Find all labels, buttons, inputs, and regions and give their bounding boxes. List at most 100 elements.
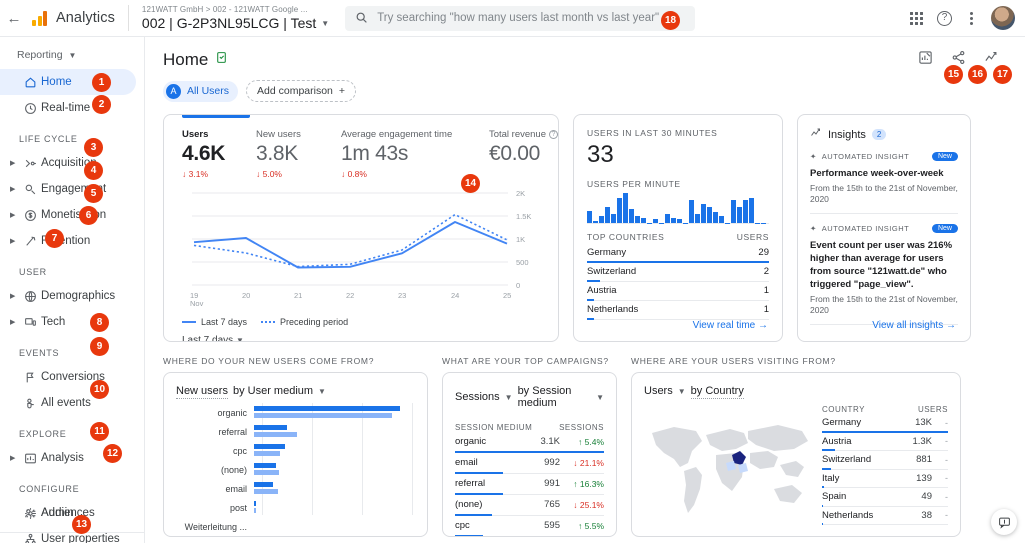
- view-real-time-link[interactable]: View real time →: [693, 320, 768, 331]
- doc-check-icon[interactable]: [215, 51, 228, 69]
- chevron-right-icon[interactable]: ▶: [10, 292, 19, 300]
- dropdown-dimension[interactable]: by Session medium: [518, 385, 592, 409]
- sidebar-item-all-events[interactable]: All events: [0, 390, 144, 416]
- table-header: COUNTRY USERS: [822, 405, 948, 414]
- sidebar-item-home[interactable]: Home: [0, 69, 136, 95]
- reporting-selector[interactable]: Reporting ▼: [0, 37, 144, 69]
- chevron-down-icon: ▼: [321, 15, 329, 32]
- acquisition-icon: [19, 157, 41, 170]
- world-map[interactable]: [644, 405, 816, 523]
- chevron-right-icon[interactable]: ▶: [10, 211, 19, 219]
- legend-item-preceding-period: Preceding period: [261, 317, 348, 327]
- row-delta: ↑ 5.4%: [560, 437, 604, 447]
- table-row[interactable]: Switzerland881-: [822, 451, 948, 470]
- col-users: USERS: [918, 405, 948, 414]
- metric-label: Average engagement time: [341, 129, 489, 140]
- dropdown-metric[interactable]: Sessions: [455, 391, 500, 403]
- add-comparison-button[interactable]: Add comparison +: [246, 80, 356, 102]
- annotation-marker-13: 13: [72, 515, 91, 534]
- row-delta: -: [932, 436, 948, 446]
- help-icon[interactable]: ?: [937, 11, 952, 26]
- table-row[interactable]: Netherlands1: [587, 301, 769, 320]
- sessions-by-medium-card: Sessions ▼ by Session medium ▼ SESSION M…: [442, 372, 617, 537]
- dropdown-dimension[interactable]: by Country: [691, 385, 744, 397]
- minute-bar: [653, 219, 658, 223]
- card-dropdowns: New users by User medium ▼: [176, 385, 415, 397]
- sidebar-item-analysis[interactable]: ▶ Analysis: [0, 445, 144, 471]
- metric-users[interactable]: Users 4.6K ↓ 3.1%: [182, 129, 256, 179]
- sidebar-item-monetisation[interactable]: ▶ Monetisation: [0, 202, 144, 228]
- sidebar-item-demographics[interactable]: ▶ Demographics: [0, 283, 144, 309]
- row-value: 49: [898, 491, 932, 502]
- medium-bar-chart[interactable]: organic referral cpc (none) email post W…: [176, 403, 415, 536]
- sidebar-item-conversions[interactable]: Conversions: [0, 364, 144, 390]
- metric-total-revenue[interactable]: Total revenue? €0.00: [489, 129, 558, 179]
- search-input[interactable]: [345, 6, 695, 31]
- legend-item-last-7-days: Last 7 days: [182, 317, 247, 327]
- table-row[interactable]: organic3.1K↑ 5.4%: [455, 432, 604, 453]
- metric-avg-engagement-time[interactable]: Average engagement time 1m 43s ↓ 0.8%: [341, 129, 489, 179]
- bar-pair: [254, 444, 415, 457]
- dropdown-metric[interactable]: Users: [644, 385, 673, 397]
- table-row[interactable]: Austria1: [587, 282, 769, 301]
- chip-all-users[interactable]: A All Users: [163, 81, 238, 102]
- bar-previous: [254, 432, 297, 437]
- demographics-icon: [19, 290, 41, 303]
- minute-bar: [737, 207, 742, 223]
- table-row[interactable]: Germany13K-: [822, 414, 948, 433]
- dropdown-dimension[interactable]: by User medium: [233, 385, 313, 397]
- back-arrow-icon[interactable]: ←: [0, 10, 28, 27]
- table-row[interactable]: (none)765↓ 25.1%: [455, 495, 604, 516]
- table-row[interactable]: Spain49-: [822, 488, 948, 507]
- customise-report-icon[interactable]: [918, 50, 933, 70]
- row-delta-value: 5.4%: [585, 437, 604, 447]
- account-name: 002 | G-2P3NL95LCG | Test ▼: [142, 15, 329, 32]
- table-row[interactable]: Italy139-: [822, 470, 948, 489]
- sidebar-item-retention[interactable]: ▶ Retention: [0, 228, 144, 254]
- sidebar-item-real-time[interactable]: Real-time: [0, 95, 144, 121]
- bottom-col-1: WHERE DO YOUR NEW USERS COME FROM? New u…: [163, 356, 428, 537]
- row-value: 992: [528, 457, 560, 468]
- sidebar-item-engagement[interactable]: ▶ Engagement: [0, 176, 144, 202]
- table-row[interactable]: Austria1.3K-: [822, 433, 948, 452]
- bar-previous: [254, 470, 279, 475]
- bar-label: post: [176, 503, 254, 513]
- chevron-right-icon[interactable]: ▶: [10, 237, 19, 245]
- insight-new-badge: New: [932, 152, 958, 161]
- users-line-chart[interactable]: 2K 1.5K 1K 500 0 19 Nov 20 21 22 23: [178, 185, 548, 315]
- users-per-minute-chart: [587, 194, 769, 224]
- table-row[interactable]: referral991↑ 16.3%: [455, 474, 604, 495]
- chevron-down-icon: ▼: [505, 393, 513, 402]
- date-range-selector[interactable]: Last 7 days ▼: [164, 327, 558, 342]
- account-selector[interactable]: 121WATT GmbH > 002 - 121WATT Google ... …: [142, 4, 329, 32]
- dropdown-metric[interactable]: New users: [176, 385, 228, 397]
- feedback-button[interactable]: [991, 509, 1017, 535]
- bar-rows: organic referral cpc (none) email post W…: [176, 403, 415, 536]
- sidebar-item-tech[interactable]: ▶ Tech: [0, 309, 144, 335]
- row-delta: -: [932, 473, 948, 483]
- chevron-right-icon[interactable]: ▶: [10, 159, 19, 167]
- more-vertical-icon[interactable]: [966, 12, 977, 25]
- svg-text:Nov: Nov: [190, 299, 204, 308]
- table-row[interactable]: email992↓ 21.1%: [455, 453, 604, 474]
- sidebar-item-acquisition[interactable]: ▶ Acquisition: [0, 150, 144, 176]
- table-row[interactable]: cpc595↑ 5.5%: [455, 516, 604, 537]
- help-icon[interactable]: ?: [549, 130, 558, 139]
- insight-subtitle: From the 15th to the 21st of November, 2…: [810, 183, 958, 205]
- insight-item[interactable]: ✦ AUTOMATED INSIGHT New Event count per …: [810, 214, 958, 325]
- table-row[interactable]: Switzerland2: [587, 263, 769, 282]
- chevron-right-icon[interactable]: ▶: [10, 318, 19, 326]
- table-row[interactable]: Germany29: [587, 244, 769, 263]
- insight-item[interactable]: ✦ AUTOMATED INSIGHT New Performance week…: [810, 142, 958, 214]
- annotation-marker-5: 5: [84, 184, 103, 203]
- apps-grid-icon[interactable]: [910, 12, 923, 25]
- row-bar: [587, 318, 594, 320]
- avatar[interactable]: [991, 6, 1015, 30]
- view-all-insights-link[interactable]: View all insights →: [872, 320, 956, 331]
- account-name-label: 002 | G-2P3NL95LCG | Test: [142, 15, 316, 32]
- table-row[interactable]: Netherlands38-: [822, 507, 948, 526]
- metric-new-users[interactable]: New users 3.8K ↓ 5.0%: [256, 129, 341, 179]
- chevron-right-icon[interactable]: ▶: [10, 454, 19, 462]
- svg-text:23: 23: [398, 291, 406, 300]
- chevron-right-icon[interactable]: ▶: [10, 185, 19, 193]
